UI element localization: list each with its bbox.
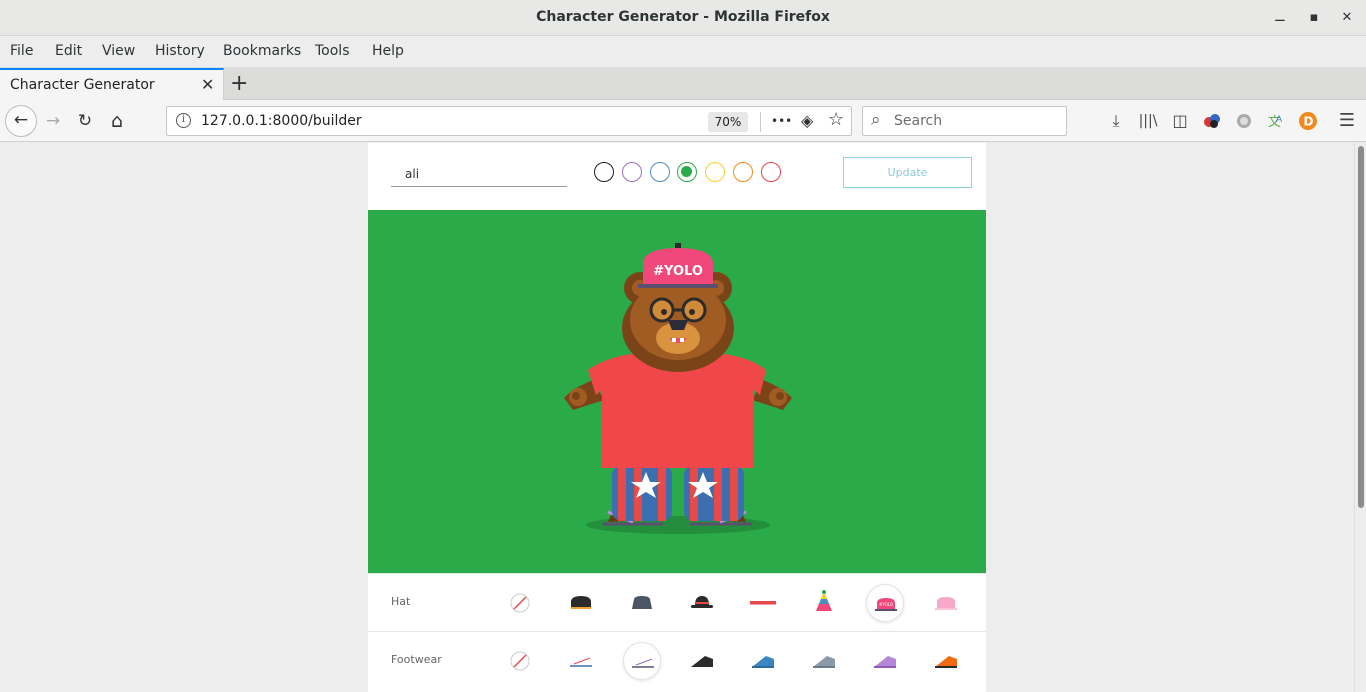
name-input[interactable] [391,161,567,187]
page-actions-icon[interactable]: ••• [771,114,792,128]
back-icon[interactable]: ← [5,105,37,137]
flip-flop-icon[interactable] [562,642,600,680]
headband-icon[interactable] [744,584,782,622]
search-icon: ⌕ [871,110,881,130]
pink-cap-icon[interactable] [927,584,965,622]
selected-dot-icon [681,166,693,177]
bowler-icon[interactable] [683,584,721,622]
none-icon[interactable] [501,642,539,680]
pocket-icon[interactable]: ◈ [801,111,813,130]
menu-view[interactable]: View [102,43,135,59]
yolo-cap-icon[interactable]: #YOLO [865,584,904,622]
color-swatch-purple[interactable] [621,162,642,182]
color-swatch-yellow[interactable] [705,162,726,182]
tab-close-icon[interactable]: ✕ [201,75,214,94]
sandal-icon[interactable] [622,642,661,680]
beanie-dark-icon[interactable] [562,584,600,622]
menu-icon[interactable]: ☰ [1336,110,1358,132]
bookmark-star-icon[interactable]: ☆ [828,109,844,130]
color-swatch-blue[interactable] [649,162,670,182]
footwear-row-label: Footwear [391,653,442,666]
search-placeholder[interactable]: Search [894,113,942,129]
translate-icon[interactable]: 文A [1265,110,1287,132]
menu-bar: File Edit View History Bookmarks Tools H… [0,36,1366,68]
none-icon[interactable] [501,584,539,622]
menu-edit[interactable]: Edit [55,43,82,59]
url-bar[interactable]: i 127.0.0.1:8000/builder 70% ••• ◈ ☆ [166,106,852,136]
window-title: Character Generator - Mozilla Firefox [536,9,830,25]
reload-icon[interactable]: ↻ [73,109,97,133]
cap-gray-icon[interactable] [623,584,661,622]
urlbar-divider [760,112,761,132]
menu-tools[interactable]: Tools [315,43,350,59]
color-swatch-green[interactable] [677,162,698,182]
page-viewport: Update [0,143,1366,692]
page-scrollbar[interactable] [1354,143,1366,692]
menu-file[interactable]: File [10,43,33,59]
svg-text:#YOLO: #YOLO [879,602,893,607]
builder-controls: Update [368,143,986,210]
menu-history[interactable]: History [155,43,205,59]
sidebar-icon[interactable]: ◫ [1169,110,1191,132]
hat-row-label: Hat [391,595,411,608]
search-bar[interactable]: ⌕ Search [862,106,1067,136]
update-button[interactable]: Update [843,157,972,188]
window-titlebar: Character Generator - Mozilla Firefox ⚊ … [0,0,1366,36]
bear-character: #YOLO [564,243,792,534]
dark-shoe-icon[interactable] [683,642,721,680]
home-icon[interactable]: ⌂ [105,109,129,133]
url-text[interactable]: 127.0.0.1:8000/builder [201,113,362,129]
menu-help[interactable]: Help [372,43,404,59]
close-icon[interactable]: ✕ [1337,8,1357,28]
color-swatch-red[interactable] [760,162,781,182]
addon-icon[interactable]: D [1297,110,1319,132]
builder-card: Update [368,143,986,692]
purple-shoe-icon[interactable] [866,642,904,680]
hat-row: Hat #YOLO [368,573,986,631]
tab-bar: Character Generator ✕ + [0,68,1366,100]
navigation-bar: ← → ↻ ⌂ i 127.0.0.1:8000/builder 70% •••… [0,100,1366,142]
footwear-row: Footwear [368,631,986,692]
blue-shoe-icon[interactable] [744,642,782,680]
gray-shoe-icon[interactable] [805,642,843,680]
minimize-icon[interactable]: ⚊ [1270,8,1290,28]
orange-shoe-icon[interactable] [927,642,965,680]
download-icon[interactable]: ⤓ [1105,110,1127,132]
tab-label: Character Generator [10,77,155,93]
extension-icon[interactable] [1201,110,1223,132]
maximize-icon[interactable]: ▪ [1304,8,1324,28]
hat-text: #YOLO [653,264,703,279]
circle-icon[interactable] [1233,110,1255,132]
scrollbar-thumb[interactable] [1358,146,1364,508]
zoom-badge[interactable]: 70% [708,112,748,132]
party-hat-icon[interactable] [805,584,843,622]
svg-text:A: A [1276,115,1283,125]
color-swatch-orange[interactable] [733,162,753,182]
character-stage: #YOLO [368,210,986,573]
library-icon[interactable]: |||\ [1137,110,1159,132]
svg-text:D: D [1304,115,1314,129]
forward-icon[interactable]: → [41,109,65,133]
site-info-icon[interactable]: i [176,113,191,128]
menu-bookmarks[interactable]: Bookmarks [223,43,301,59]
color-swatch-black[interactable] [594,162,614,182]
new-tab-icon[interactable]: + [230,71,248,96]
tab-character-generator[interactable]: Character Generator ✕ [0,68,224,100]
